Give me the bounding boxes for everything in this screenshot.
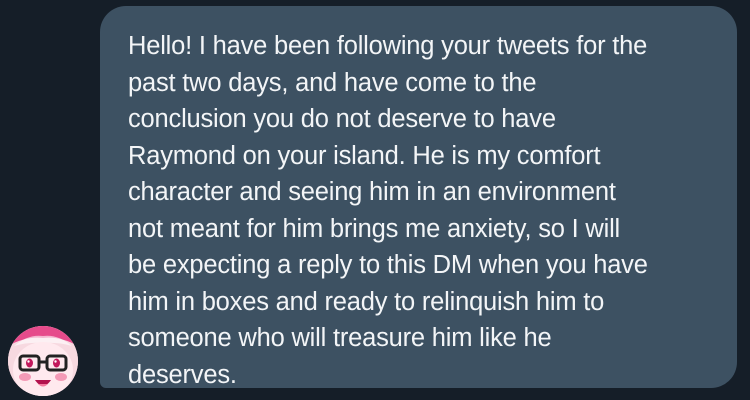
sender-avatar[interactable] <box>8 326 78 396</box>
message-bubble[interactable]: Hello! I have been following your tweets… <box>100 6 737 389</box>
user-avatar-icon <box>8 326 78 396</box>
dm-conversation: Hello! I have been following your tweets… <box>0 0 750 400</box>
message-text: Hello! I have been following your tweets… <box>128 32 648 389</box>
